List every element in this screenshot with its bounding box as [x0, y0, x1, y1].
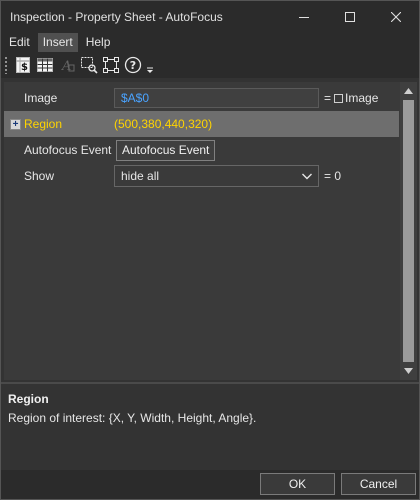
maximize-button[interactable]	[327, 1, 373, 33]
toolbar-grip[interactable]	[4, 56, 8, 74]
svg-text:A: A	[61, 59, 71, 74]
vertical-scrollbar[interactable]	[400, 82, 417, 380]
table-grid-icon	[37, 58, 53, 72]
show-selected-value: hide all	[121, 169, 160, 183]
menu-edit[interactable]: Edit	[4, 33, 35, 52]
property-name-image: Image	[24, 91, 58, 105]
toolbar-overflow-button[interactable]	[144, 54, 156, 76]
description-title: Region	[8, 392, 49, 406]
overflow-chevron-icon	[147, 67, 153, 73]
close-icon	[391, 12, 401, 22]
show-suffix: = 0	[324, 169, 342, 183]
scroll-down-icon	[404, 368, 413, 374]
scrollbar-thumb[interactable]	[403, 100, 414, 362]
property-row-region[interactable]: + Region (500,380,440,320)	[4, 111, 399, 137]
ok-button[interactable]: OK	[260, 473, 335, 495]
select-region-icon	[103, 57, 119, 73]
show-select[interactable]: hide all	[114, 165, 319, 187]
region-value[interactable]: (500,380,440,320)	[114, 117, 212, 131]
help-button[interactable]: ?	[122, 54, 144, 76]
window-title: Inspection - Property Sheet - AutoFocus	[10, 10, 223, 24]
font-disabled-icon: A	[61, 59, 75, 74]
property-sheet-window: Inspection - Property Sheet - AutoFocus …	[0, 0, 420, 500]
description-text: Region of interest: {X, Y, Width, Height…	[8, 411, 257, 425]
expand-icon[interactable]: +	[10, 118, 21, 130]
menu-help[interactable]: Help	[81, 33, 116, 52]
svg-text:$: $	[21, 62, 28, 73]
minimize-icon	[299, 17, 309, 18]
minimize-button[interactable]	[281, 1, 327, 33]
menu-insert[interactable]: Insert	[37, 33, 78, 52]
property-grid: Image = Image + Region (500,380,440,320)…	[4, 82, 417, 380]
menu-bar: Edit Insert Help	[1, 33, 419, 52]
select-region-button[interactable]	[100, 54, 122, 76]
cancel-button[interactable]: Cancel	[341, 473, 416, 495]
toolbar: $ A ?	[1, 52, 419, 78]
image-equals: =	[324, 91, 332, 105]
property-name-autofocus-event: Autofocus Event	[24, 143, 112, 157]
zoom-region-icon	[81, 57, 98, 74]
autofocus-event-button[interactable]: Autofocus Event	[116, 140, 216, 161]
zoom-region-button[interactable]	[78, 54, 100, 76]
property-row-show[interactable]: Show hide all = 0	[4, 163, 399, 189]
table-grid-button[interactable]	[34, 54, 56, 76]
svg-text:?: ?	[130, 59, 136, 72]
property-row-autofocus-event[interactable]: Autofocus Event Autofocus Event	[4, 137, 399, 163]
property-name-region: Region	[24, 117, 63, 131]
property-row-image[interactable]: Image = Image	[4, 85, 399, 111]
font-disabled-button[interactable]: A	[56, 54, 78, 76]
property-name-show: Show	[24, 169, 55, 183]
description-panel: Region Region of interest: {X, Y, Width,…	[1, 384, 419, 470]
image-type-label: Image	[345, 91, 379, 105]
dialog-button-bar: OK Cancel	[1, 470, 419, 499]
image-value-input[interactable]	[114, 88, 319, 108]
image-suffix: = Image	[324, 91, 378, 105]
maximize-icon	[345, 12, 355, 22]
help-icon: ?	[124, 56, 142, 74]
close-button[interactable]	[373, 1, 419, 33]
dollar-sheet-button[interactable]: $	[12, 54, 34, 76]
title-bar: Inspection - Property Sheet - AutoFocus	[1, 1, 419, 33]
chevron-down-icon	[302, 173, 312, 180]
dollar-sheet-icon: $	[16, 57, 30, 73]
scroll-up-icon	[404, 88, 413, 94]
image-type-icon	[334, 93, 344, 103]
property-list: Image = Image + Region (500,380,440,320)…	[4, 82, 399, 380]
